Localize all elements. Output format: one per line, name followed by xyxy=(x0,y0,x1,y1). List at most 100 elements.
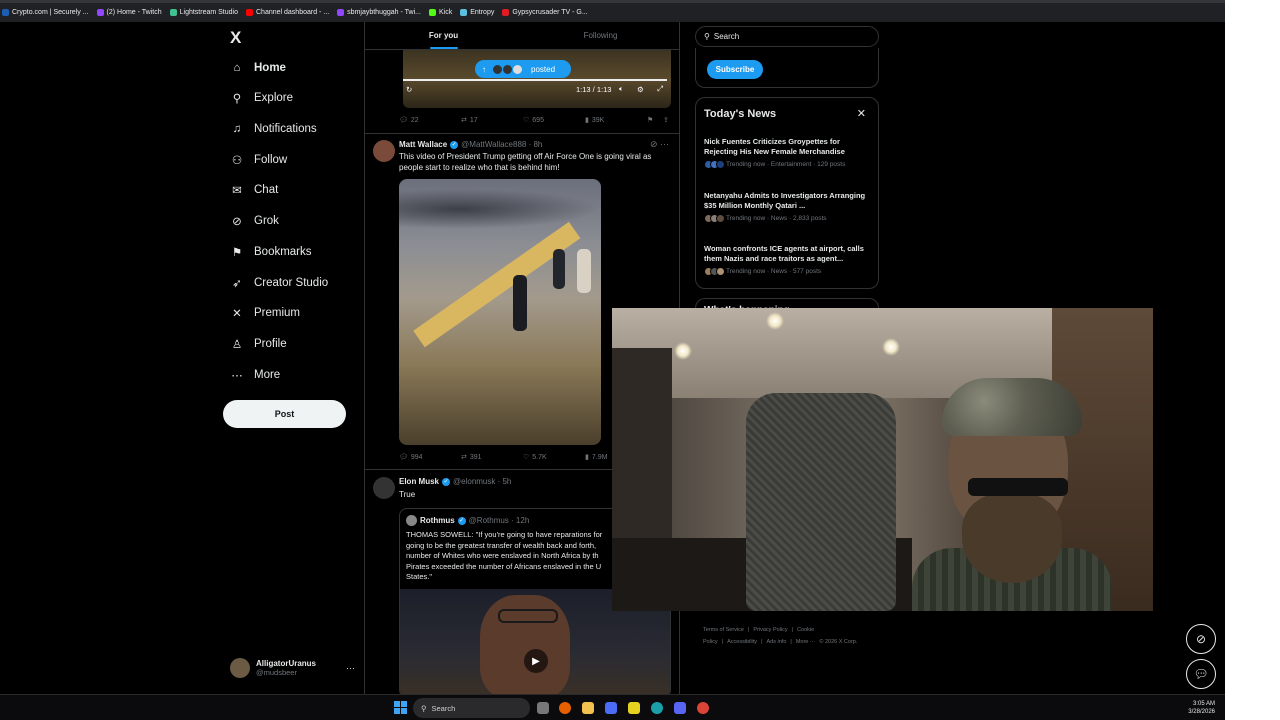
clock[interactable]: 3:05 AM 3/28/2026 xyxy=(1188,700,1215,716)
subscribe-button[interactable]: Subscribe xyxy=(707,60,763,79)
like-button[interactable]: ♡ 5.7K xyxy=(523,453,547,462)
image-detail xyxy=(553,249,565,289)
news-item[interactable]: Woman confronts ICE agents at airport, c… xyxy=(704,244,874,276)
nav-item-bookmarks[interactable]: ⚑ Bookmarks xyxy=(230,241,312,263)
more-icon[interactable]: ··· xyxy=(346,663,355,673)
nav-item-premium[interactable]: ✕ Premium xyxy=(230,302,300,324)
tab-following[interactable]: Following xyxy=(522,22,679,49)
share-icon[interactable]: ⇪ xyxy=(663,116,669,124)
play-icon[interactable]: ▶ xyxy=(524,649,548,673)
chat-bubble-button[interactable]: 💬︎ xyxy=(1186,659,1216,689)
nav-item-chat[interactable]: ✉ Chat xyxy=(230,179,278,201)
taskbar-search[interactable]: ⚲ Search xyxy=(413,698,530,718)
video-progress-bar[interactable] xyxy=(403,79,667,81)
author-handle[interactable]: @MattWallace888 · 8h xyxy=(461,140,542,149)
bookmark-item[interactable]: Channel dashboard - ... xyxy=(246,9,329,16)
reply-button[interactable]: 💬︎ 22 xyxy=(399,116,419,125)
webcam-scene xyxy=(962,493,1062,583)
news-meta: Trending now · News · 577 posts xyxy=(726,268,822,275)
nav-item-explore[interactable]: ⚲ Explore xyxy=(230,87,293,109)
account-switcher[interactable]: AlligatorUranus @mudsbeer ··· xyxy=(230,658,355,678)
footer-link[interactable]: Terms of Service xyxy=(703,627,744,633)
webcam-scene xyxy=(674,342,692,360)
nav-item-grok[interactable]: ⊘ Grok xyxy=(230,210,279,232)
nav-item-label: Profile xyxy=(254,338,287,350)
verified-icon: ✓ xyxy=(442,477,451,486)
footer-link[interactable]: Privacy Policy xyxy=(753,627,787,633)
edge-icon[interactable] xyxy=(651,702,663,714)
x-icon: ✕ xyxy=(232,308,242,320)
news-meta: Trending now · News · 2,833 posts xyxy=(726,215,827,222)
chrome-icon[interactable] xyxy=(697,702,709,714)
volume-icon[interactable]: 🔈︎ xyxy=(619,84,624,94)
firefox-icon[interactable] xyxy=(559,702,571,714)
footer-link[interactable]: Ads info xyxy=(767,639,787,645)
favicon-icon xyxy=(2,9,9,16)
post-button[interactable]: Post xyxy=(223,400,346,428)
app-icon[interactable] xyxy=(628,702,640,714)
nav-item-profile[interactable]: ♙ Profile xyxy=(230,333,287,355)
bookmark-item[interactable]: Lightstream Studio xyxy=(169,9,238,16)
bookmark-label: Lightstream Studio xyxy=(179,9,238,16)
nav-item-follow[interactable]: ⚇ Follow xyxy=(230,149,287,171)
bookmark-item[interactable]: sbmjaybthuggah - Twi... xyxy=(337,9,421,16)
window-edge xyxy=(1225,0,1280,720)
repost-button[interactable]: ⇄ 391 xyxy=(461,453,482,462)
nav-item-label: Notifications xyxy=(254,123,317,135)
settings-icon[interactable]: ⚙ xyxy=(637,85,644,94)
nav-item-home[interactable]: ⌂ Home xyxy=(230,57,286,79)
discord-icon[interactable] xyxy=(674,702,686,714)
nav-item-creator-studio[interactable]: ➶ Creator Studio xyxy=(230,272,328,294)
file-explorer-icon[interactable] xyxy=(582,702,594,714)
bookmark-item[interactable]: Crypto.com | Securely ... xyxy=(2,9,89,16)
footer-separator: | xyxy=(761,639,763,645)
start-button[interactable] xyxy=(394,701,407,714)
x-logo[interactable]: X xyxy=(230,28,241,48)
new-posts-pill[interactable]: ↑ posted xyxy=(475,60,571,78)
author-name[interactable]: Matt Wallace xyxy=(399,140,447,149)
search-icon: ⚲ xyxy=(704,32,710,41)
avatar[interactable] xyxy=(373,477,395,499)
fullscreen-icon[interactable]: ⤢ xyxy=(657,84,663,94)
nav-item-notifications[interactable]: ♫ Notifications xyxy=(230,118,317,140)
footer-link[interactable]: More ··· xyxy=(796,639,816,645)
bookmark-item[interactable]: Gypsycrusader TV - G... xyxy=(502,9,588,16)
news-meta: Trending now · Entertainment · 129 posts xyxy=(726,161,846,168)
close-icon[interactable]: ✕ xyxy=(857,107,866,120)
quote-text: THOMAS SOWELL: "If you're going to have … xyxy=(406,530,603,581)
like-button[interactable]: ♡ 695 xyxy=(523,116,544,125)
news-item[interactable]: Netanyahu Admits to Investigators Arrang… xyxy=(704,191,874,223)
repost-button[interactable]: ⇄ 17 xyxy=(461,116,478,125)
bookmark-icon[interactable]: ⚑ xyxy=(647,116,653,124)
author-handle[interactable]: @elonmusk · 5h xyxy=(453,477,511,486)
grok-button[interactable]: ⊘ xyxy=(1186,624,1216,654)
replay-icon[interactable]: ↻ xyxy=(406,85,412,94)
news-headline: Netanyahu Admits to Investigators Arrang… xyxy=(704,191,866,210)
favicon-icon xyxy=(337,9,345,16)
author-name[interactable]: Elon Musk xyxy=(399,477,439,486)
app-icon[interactable] xyxy=(605,702,617,714)
search-input[interactable]: ⚲ Search xyxy=(695,26,879,47)
todays-news-card: Today's News ✕ Nick Fuentes Criticizes G… xyxy=(695,97,879,289)
bookmark-label: Crypto.com | Securely ... xyxy=(12,9,89,16)
quote-author: Rothmus xyxy=(420,516,455,525)
bookmark-item[interactable]: (2) Home - Twitch xyxy=(96,9,162,16)
news-title: Today's News xyxy=(704,108,777,120)
tweet-image[interactable] xyxy=(399,179,601,445)
reply-button[interactable]: 💬︎ 994 xyxy=(399,453,423,462)
nav-item-more[interactable]: ⋯ More xyxy=(230,364,280,386)
bookmark-item[interactable]: Entropy xyxy=(460,9,494,16)
footer-link[interactable]: © 2026 X Corp. xyxy=(819,639,857,645)
news-item[interactable]: Nick Fuentes Criticizes Groypettes for R… xyxy=(704,137,874,169)
views-button[interactable]: ▮ 39K xyxy=(585,116,604,125)
add-user-icon: ⚇ xyxy=(231,155,243,167)
bookmark-item[interactable]: Kick xyxy=(428,9,452,16)
task-view-icon[interactable] xyxy=(537,702,549,714)
tab-for-you[interactable]: For you xyxy=(365,22,522,49)
nav-item-label: Home xyxy=(254,62,286,74)
more-icon[interactable]: ⊘ ··· xyxy=(650,139,669,150)
image-detail xyxy=(577,249,591,293)
avatar[interactable] xyxy=(373,140,395,162)
views-button[interactable]: ▮ 7.9M xyxy=(585,453,607,462)
footer-link[interactable]: Accessibility xyxy=(727,639,757,645)
